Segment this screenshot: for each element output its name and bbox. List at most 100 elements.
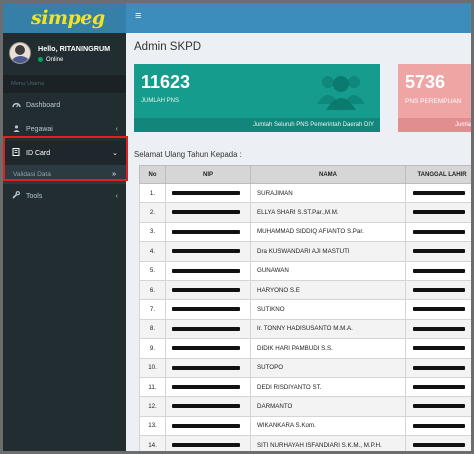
- main-content: Admin SKPD 11623 JUMLAH PNS Jumlah Selur…: [126, 33, 471, 451]
- redaction-bar: [172, 404, 240, 409]
- redaction-bar: [172, 326, 240, 331]
- redaction-bar: [413, 404, 465, 409]
- user-status-label: Online: [46, 56, 64, 63]
- table-row: 8. Ir. TONNY HADISUSANTO M.M.A.: [139, 318, 471, 340]
- chevron-left-icon: ‹: [115, 192, 118, 200]
- online-status-icon: [38, 57, 43, 62]
- cell-tanggal-lahir-redacted: [405, 357, 471, 378]
- redaction-bar: [413, 346, 465, 351]
- stat-value: 11623: [141, 72, 191, 92]
- cell-no: 14.: [139, 435, 166, 451]
- sidebar-item-dashboard[interactable]: Dashboard: [3, 93, 126, 117]
- cell-tanggal-lahir-redacted: [405, 260, 471, 281]
- table-row: 4. Dra KUSWANDARI AJI MASTUTI: [139, 241, 471, 262]
- stat-footer-link[interactable]: Jumlah Seluruh PNS Pemerintah Daerah DIY: [134, 118, 380, 132]
- redaction-bar: [413, 268, 465, 273]
- cell-tanggal-lahir-redacted: [405, 241, 471, 262]
- top-navbar: ≡: [126, 3, 471, 33]
- redaction-bar: [172, 307, 240, 312]
- cell-nama: DARMANTO: [250, 396, 406, 417]
- cell-nip-redacted: [165, 299, 251, 320]
- cell-tanggal-lahir-redacted: [405, 279, 471, 301]
- table-row: 7. SUTIKNO: [139, 299, 471, 320]
- birthday-table: No NIP NAMA TANGGAL LAHIR 1. SURAJIMAN 2. E…: [139, 165, 471, 451]
- chevron-left-icon: ‹: [115, 125, 118, 133]
- cell-no: 12.: [139, 396, 166, 417]
- cell-nip-redacted: [165, 279, 251, 301]
- table-row: 11. DEDI RISDIYANTO ST.: [139, 376, 471, 398]
- cell-no: 7.: [139, 299, 166, 320]
- redaction-bar: [413, 365, 465, 370]
- stat-box-pns-perempuan: 5736 PNS PEREMPUAN Jumlah: [398, 64, 471, 132]
- avatar: [9, 42, 31, 64]
- dashboard-icon: [11, 101, 21, 110]
- column-header-nama: NAMA: [250, 165, 406, 184]
- redaction-bar: [172, 384, 240, 389]
- redaction-bar: [413, 307, 465, 312]
- stat-label: PNS PEREMPUAN: [405, 98, 462, 105]
- cell-no: 4.: [139, 241, 166, 262]
- redaction-bar: [413, 443, 465, 448]
- cell-no: 10.: [139, 357, 166, 378]
- cell-nama: SURAJIMAN: [250, 182, 406, 204]
- cell-tanggal-lahir-redacted: [405, 338, 471, 359]
- cell-no: 6.: [139, 279, 166, 301]
- menu-section-header: Menu Utama: [3, 75, 126, 93]
- stat-footer-link[interactable]: Jumlah: [398, 118, 471, 132]
- cell-no: 11.: [139, 376, 166, 398]
- sidebar-item-label: Pegawai: [26, 125, 53, 133]
- redaction-bar: [172, 229, 240, 234]
- table-row: 1. SURAJIMAN: [139, 182, 471, 204]
- annotation-highlight-box: [3, 136, 128, 181]
- cell-nip-redacted: [165, 376, 251, 398]
- redaction-bar: [172, 191, 240, 196]
- users-icon: [11, 124, 21, 134]
- redaction-bar: [172, 249, 240, 254]
- cell-nama: SUTOPO: [250, 357, 406, 378]
- cell-nama: DIDIK HARI PAMBUDI S.S.: [250, 338, 406, 359]
- table-row: 5. GUNAWAN: [139, 260, 471, 281]
- sidebar-item-label: Tools: [26, 192, 43, 200]
- cell-nip-redacted: [165, 221, 251, 243]
- birthday-greeting: Selamat Ulang Tahun Kepada :: [134, 150, 242, 159]
- table-row: 13. WIKANKARA S.Kom.: [139, 415, 471, 437]
- redaction-bar: [172, 210, 240, 215]
- cell-nama: Dra KUSWANDARI AJI MASTUTI: [250, 241, 406, 262]
- cell-tanggal-lahir-redacted: [405, 182, 471, 204]
- cell-nip-redacted: [165, 435, 251, 451]
- column-header-tanggal-lahir: TANGGAL LAHIR: [405, 165, 471, 184]
- cell-tanggal-lahir-redacted: [405, 376, 471, 398]
- cell-nip-redacted: [165, 396, 251, 417]
- redaction-bar: [413, 423, 465, 428]
- sidebar-toggle-icon[interactable]: ≡: [135, 10, 141, 22]
- table-row: 10. SUTOPO: [139, 357, 471, 378]
- cell-no: 5.: [139, 260, 166, 281]
- cell-nama: ELLYA SHARI S.ST.Par.,M.M.: [250, 202, 406, 223]
- wrench-icon: [11, 191, 21, 201]
- redaction-bar: [172, 288, 240, 292]
- cell-nip-redacted: [165, 338, 251, 359]
- logo-text: simpeg: [31, 7, 105, 29]
- cell-nip-redacted: [165, 318, 251, 340]
- redaction-bar: [413, 288, 465, 292]
- cell-nama: DEDI RISDIYANTO ST.: [250, 376, 406, 398]
- cell-nama: SITI NURHAYAH ISFANDIARI S.K.M., M.P.H.: [250, 435, 406, 451]
- cell-tanggal-lahir-redacted: [405, 318, 471, 340]
- redaction-bar: [413, 229, 465, 234]
- stat-value: 5736: [405, 72, 446, 92]
- cell-tanggal-lahir-redacted: [405, 415, 471, 437]
- sidebar-item-tools[interactable]: Tools ‹: [3, 184, 126, 208]
- cell-no: 9.: [139, 338, 166, 359]
- redaction-bar: [172, 365, 240, 370]
- cell-tanggal-lahir-redacted: [405, 202, 471, 223]
- app-logo[interactable]: simpeg: [3, 3, 126, 33]
- redaction-bar: [413, 326, 465, 331]
- cell-no: 8.: [139, 318, 166, 340]
- page-title: Admin SKPD: [134, 41, 202, 53]
- cell-nip-redacted: [165, 415, 251, 437]
- user-name: Hello, RITANINGRUM: [38, 43, 111, 53]
- redaction-bar: [413, 384, 465, 389]
- cell-no: 1.: [139, 182, 166, 204]
- redaction-bar: [413, 249, 465, 254]
- redaction-bar: [172, 423, 240, 428]
